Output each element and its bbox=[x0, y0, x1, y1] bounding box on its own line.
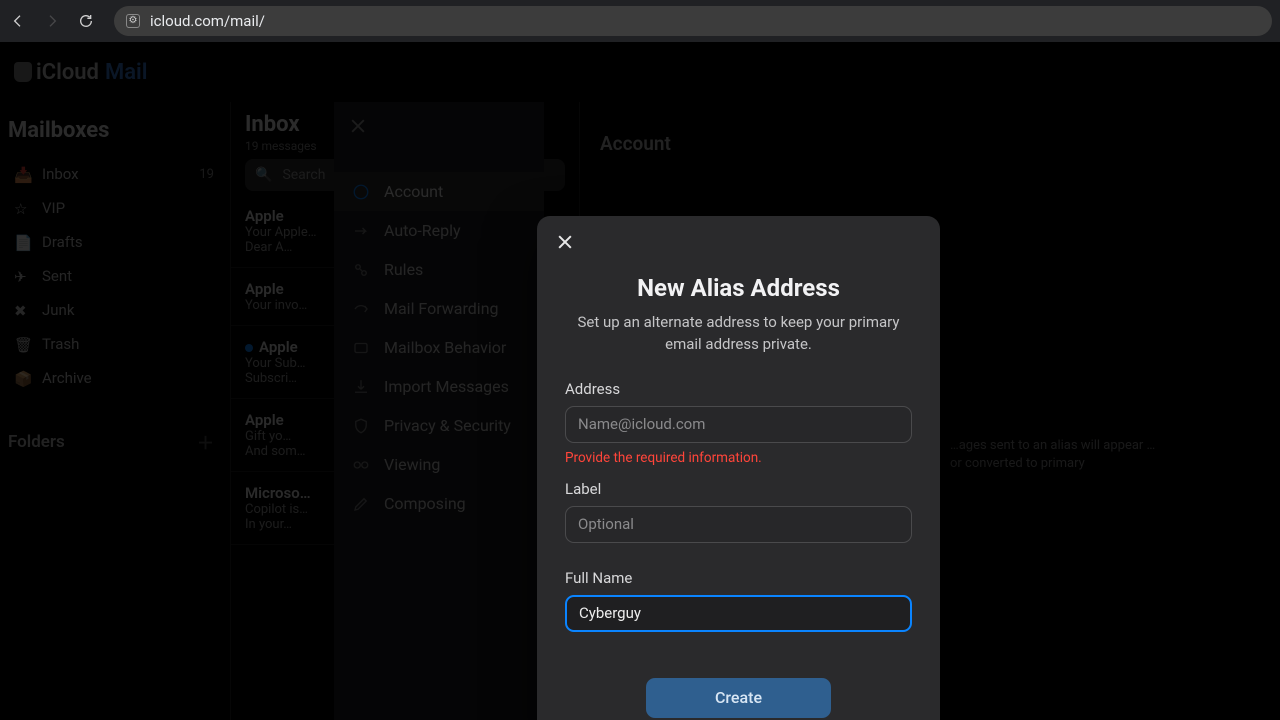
sidebar-item-sent[interactable]: ✈Sent bbox=[4, 259, 224, 293]
folders-heading[interactable]: Folders ＋ bbox=[8, 429, 224, 454]
apple-logo-icon bbox=[14, 62, 32, 82]
alias-hint-text: …ages sent to an alias will appear … or … bbox=[950, 437, 1160, 473]
sidebar-item-archive[interactable]: 📦Archive bbox=[4, 361, 224, 395]
label-input[interactable] bbox=[565, 506, 912, 543]
back-button[interactable] bbox=[8, 11, 28, 31]
settings-item-import-messages[interactable]: Import Messages bbox=[334, 367, 544, 406]
settings-item-mailbox-behavior[interactable]: Mailbox Behavior bbox=[334, 328, 544, 367]
settings-item-account[interactable]: Account bbox=[334, 172, 544, 211]
modal-description: Set up an alternate address to keep your… bbox=[573, 312, 904, 356]
brand-mail: Mail bbox=[105, 60, 148, 85]
sidebar-item-junk[interactable]: ✖Junk bbox=[4, 293, 224, 327]
app-root: iCloud Mail Mailboxes 📥 Inbox 19 ☆VIP 📄D… bbox=[0, 42, 1280, 720]
document-icon: 📄 bbox=[14, 234, 30, 250]
settings-item-composing[interactable]: Composing bbox=[334, 484, 544, 523]
trash-icon: 🗑 bbox=[14, 336, 30, 352]
address-input[interactable] bbox=[565, 406, 912, 443]
settings-item-auto-reply[interactable]: Auto-Reply bbox=[334, 211, 544, 250]
sidebar-title: Mailboxes bbox=[4, 112, 224, 157]
add-folder-icon[interactable]: ＋ bbox=[197, 429, 214, 454]
star-icon: ☆ bbox=[14, 200, 30, 216]
app-header: iCloud Mail bbox=[0, 42, 1280, 102]
address-error: Provide the required information. bbox=[565, 450, 912, 466]
forward-button[interactable] bbox=[42, 11, 62, 31]
url-text: icloud.com/mail/ bbox=[150, 12, 265, 30]
sidebar-item-trash[interactable]: 🗑Trash bbox=[4, 327, 224, 361]
sidebar-item-drafts[interactable]: 📄Drafts bbox=[4, 225, 224, 259]
brand-icloud: iCloud bbox=[36, 60, 99, 85]
fullname-input[interactable] bbox=[565, 595, 912, 632]
sidebar-item-inbox[interactable]: 📥 Inbox 19 bbox=[4, 157, 224, 191]
settings-item-mail-forwarding[interactable]: Mail Forwarding bbox=[334, 289, 544, 328]
paperplane-icon: ✈ bbox=[14, 268, 30, 284]
address-label: Address bbox=[565, 380, 912, 398]
settings-item-rules[interactable]: Rules bbox=[334, 250, 544, 289]
inbox-icon: 📥 bbox=[14, 166, 30, 182]
archive-icon: 📦 bbox=[14, 370, 30, 386]
new-alias-modal: New Alias Address Set up an alternate ad… bbox=[537, 216, 940, 720]
create-button[interactable]: Create bbox=[646, 678, 831, 718]
junk-icon: ✖ bbox=[14, 302, 30, 318]
reload-button[interactable] bbox=[76, 11, 96, 31]
settings-item-viewing[interactable]: Viewing bbox=[334, 445, 544, 484]
settings-panel: Account Auto-Reply Rules Mail Forwarding… bbox=[334, 102, 544, 720]
unread-dot-icon bbox=[245, 344, 253, 352]
modal-title: New Alias Address bbox=[565, 274, 912, 302]
url-bar[interactable]: ⚙ icloud.com/mail/ bbox=[114, 6, 1272, 36]
browser-chrome: ⚙ icloud.com/mail/ bbox=[0, 0, 1280, 42]
settings-item-privacy-security[interactable]: Privacy & Security bbox=[334, 406, 544, 445]
settings-close-button[interactable] bbox=[348, 116, 368, 140]
sidebar-item-vip[interactable]: ☆VIP bbox=[4, 191, 224, 225]
mailboxes-sidebar: Mailboxes 📥 Inbox 19 ☆VIP 📄Drafts ✈Sent … bbox=[0, 102, 230, 720]
fullname-label: Full Name bbox=[565, 569, 912, 587]
search-icon: 🔍 bbox=[255, 167, 272, 183]
site-controls-icon[interactable]: ⚙ bbox=[126, 14, 140, 28]
settings-page-title: Account bbox=[600, 132, 671, 155]
label-label: Label bbox=[565, 480, 912, 498]
modal-close-button[interactable] bbox=[555, 232, 575, 256]
